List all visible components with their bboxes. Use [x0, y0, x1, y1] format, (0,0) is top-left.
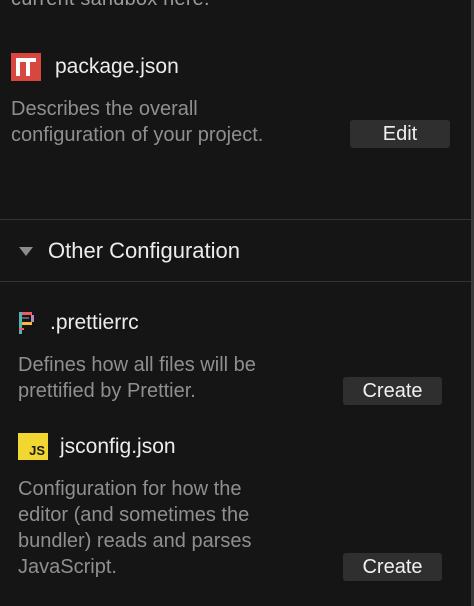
edit-button[interactable]: Edit: [350, 120, 450, 148]
js-icon: JS: [18, 433, 48, 460]
file-row-jsconfig: JS jsconfig.json: [18, 433, 176, 460]
divider: [0, 219, 471, 220]
file-description: Describes the overall configuration of y…: [11, 96, 263, 148]
clipped-description: current sandbox here.: [11, 0, 210, 11]
file-description: Configuration for how the editor (and so…: [18, 476, 251, 580]
description-line: editor (and sometimes the: [18, 504, 250, 526]
description-line: Configuration for how the: [18, 478, 242, 500]
description-line: configuration of your project.: [11, 124, 264, 146]
file-description: Defines how all files will be prettified…: [18, 352, 256, 404]
prettier-icon: [19, 312, 34, 334]
section-header-other-configuration[interactable]: Other Configuration: [0, 221, 471, 281]
divider: [0, 281, 471, 282]
create-prettierrc-button[interactable]: Create: [343, 377, 442, 405]
file-row-prettierrc: .prettierrc: [18, 311, 139, 335]
file-name: .prettierrc: [50, 311, 139, 334]
description-line: Defines how all files will be: [18, 354, 256, 376]
section-title: Other Configuration: [48, 238, 240, 263]
description-line: prettified by Prettier.: [18, 380, 196, 402]
npm-icon: [11, 53, 41, 81]
file-name: package.json: [55, 55, 179, 78]
create-jsconfig-button[interactable]: Create: [343, 553, 442, 581]
file-row-package-json: package.json: [11, 53, 179, 81]
file-name: jsconfig.json: [60, 434, 176, 458]
chevron-down-icon: [19, 246, 33, 256]
description-line: bundler) reads and parses: [18, 530, 252, 552]
description-line: Describes the overall: [11, 98, 198, 120]
description-line: JavaScript.: [18, 556, 117, 578]
